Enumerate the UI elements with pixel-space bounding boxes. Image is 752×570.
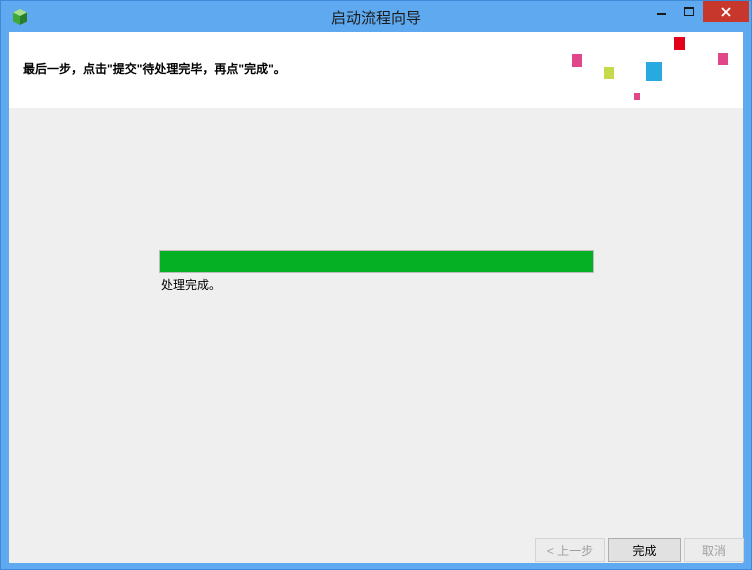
- window-title: 启动流程向导: [330, 9, 421, 27]
- maximize-icon: [684, 7, 694, 16]
- maximize-button[interactable]: [675, 1, 703, 22]
- instruction-text: 最后一步，点击"提交"待处理完毕，再点"完成"。: [23, 62, 286, 76]
- minimize-button[interactable]: [647, 1, 675, 22]
- close-button[interactable]: [703, 1, 749, 22]
- close-icon: [721, 6, 731, 17]
- progress-status-text: 处理完成。: [161, 278, 222, 292]
- finish-button[interactable]: 完成: [608, 538, 681, 562]
- wizard-client-area: 最后一步，点击"提交"待处理完毕，再点"完成"。 处理完成。 < 上一步 完成 …: [9, 32, 744, 563]
- decorative-squares-graphic: [572, 37, 728, 100]
- progress-bar-fill: [160, 251, 593, 272]
- wizard-header: 最后一步，点击"提交"待处理完毕，再点"完成"。: [9, 32, 743, 108]
- title-bar[interactable]: 启动流程向导: [1, 1, 751, 32]
- cancel-button[interactable]: 取消: [684, 538, 744, 562]
- wizard-window: 启动流程向导 最后一步，点击"提交"待处理完毕，再点"完成"。 处理完成。 < …: [0, 0, 752, 570]
- minimize-icon: [656, 12, 666, 15]
- progress-bar: [159, 250, 594, 273]
- back-button[interactable]: < 上一步: [535, 538, 605, 562]
